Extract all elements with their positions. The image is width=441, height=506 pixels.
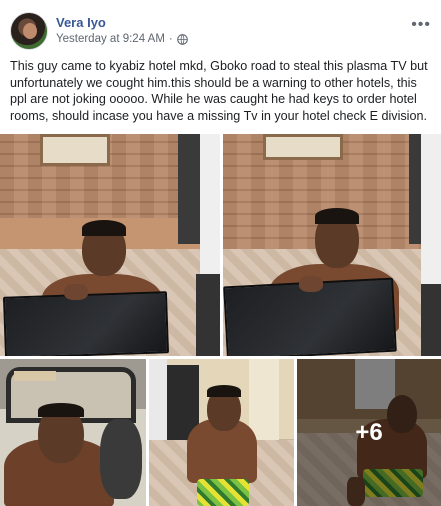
post-photo-1[interactable]: [0, 134, 220, 356]
avatar-face: [23, 23, 37, 39]
post-photo-4[interactable]: [149, 359, 294, 506]
post-photo-2[interactable]: [223, 134, 441, 356]
more-options-icon[interactable]: •••: [411, 16, 431, 34]
more-photos-count: +6: [355, 418, 383, 446]
post-timestamp[interactable]: Yesterday at 9:24 AM: [56, 33, 165, 45]
facebook-post: Vera Iyo Yesterday at 9:24 AM · ••• This…: [0, 0, 441, 506]
author-avatar[interactable]: [10, 12, 48, 50]
more-photos-overlay[interactable]: +6: [297, 359, 441, 506]
post-photo-3[interactable]: [0, 359, 146, 506]
meta-separator: ·: [168, 33, 173, 45]
post-meta: Yesterday at 9:24 AM ·: [56, 33, 188, 45]
globe-icon[interactable]: [176, 33, 188, 45]
post-photo-5[interactable]: +6: [297, 359, 441, 506]
post-header: Vera Iyo Yesterday at 9:24 AM · •••: [10, 12, 431, 52]
author-name[interactable]: Vera Iyo: [56, 15, 106, 30]
post-text: This guy came to kyabiz hotel mkd, Gboko…: [10, 59, 428, 123]
